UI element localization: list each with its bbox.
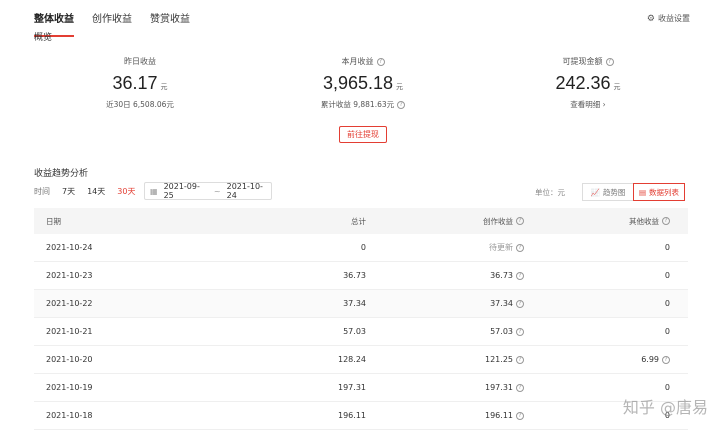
cell-date: 2021-10-18 <box>46 411 93 420</box>
income-settings-link[interactable]: ⚙ 收益设置 <box>647 13 690 24</box>
date-end: 2021-10-24 <box>226 182 263 200</box>
data-list-label: 数据列表 <box>649 187 680 197</box>
gear-icon: ⚙ <box>646 13 655 24</box>
withdraw-button[interactable]: 前往提现 <box>339 126 387 143</box>
cell-date: 2021-10-24 <box>46 243 93 252</box>
table-row: 2021-10-22 37.34 37.34? 0 <box>34 290 688 318</box>
stat-sub: 近30日 6,508.06元 <box>106 100 174 109</box>
help-icon[interactable]: ? <box>516 243 524 252</box>
stat-sub: 累计收益 9,881.63元? <box>283 99 443 110</box>
cell-creation: 196.11? <box>366 411 524 420</box>
cell-other: 0 <box>664 383 670 392</box>
table-row: 2021-10-20 128.24 121.25? 6.99? <box>34 346 688 374</box>
cell-total: 0 <box>360 243 366 252</box>
income-table: 日期 总计 创作收益? 其他收益? 2021-10-24 0 待更新? 0 20… <box>34 208 688 430</box>
stat-label: 本月收益? <box>283 56 443 67</box>
cell-other: 0 <box>664 327 670 336</box>
cell-creation: 待更新? <box>366 242 524 253</box>
date-separator: ~ <box>213 186 221 196</box>
stat-value: 242.36 元 <box>555 73 621 93</box>
cell-creation: 197.31? <box>366 383 524 392</box>
view-details-link[interactable]: 查看明细 › <box>508 99 668 110</box>
cell-creation: 121.25? <box>366 355 524 364</box>
help-icon[interactable]: ? <box>605 57 614 66</box>
tab-creation-income[interactable]: 创作收益 <box>92 10 132 30</box>
cell-total: 128.24 <box>338 355 366 364</box>
time-filters: 时间 7天 14天 30天 <box>34 186 147 197</box>
help-icon[interactable]: ? <box>516 383 524 392</box>
unit-label: 单位：元 <box>535 188 565 197</box>
stat-label: 可提现金额? <box>508 56 668 67</box>
calendar-icon: ▦ <box>150 186 158 196</box>
help-icon[interactable]: ? <box>516 411 524 420</box>
stat-label: 昨日收益 <box>124 57 156 66</box>
tab-reward-income[interactable]: 赞赏收益 <box>150 10 190 30</box>
cell-creation: 37.34? <box>366 299 524 308</box>
table-row: 2021-10-18 196.11 196.11? 0 <box>34 402 688 430</box>
trend-chart-button[interactable]: 📈 趋势图 <box>582 183 634 201</box>
cell-date: 2021-10-23 <box>46 271 93 280</box>
help-icon[interactable]: ? <box>397 100 406 109</box>
chart-icon: 📈 <box>590 187 600 197</box>
tab-overall-income[interactable]: 整体收益 <box>34 10 74 37</box>
help-icon[interactable]: ? <box>376 57 385 66</box>
stat-yesterday: 昨日收益 36.17 元 近30日 6,508.06元 <box>60 56 220 110</box>
stat-month: 本月收益? 3,965.18 元 累计收益 9,881.63元? <box>283 56 443 110</box>
settings-label: 收益设置 <box>658 14 690 23</box>
table-row: 2021-10-21 57.03 57.03? 0 <box>34 318 688 346</box>
trend-chart-label: 趋势图 <box>602 187 626 197</box>
help-icon[interactable]: ? <box>516 355 524 364</box>
data-list-button[interactable]: ▤ 数据列表 <box>633 183 685 201</box>
date-range-picker[interactable]: ▦ 2021-09-25 ~ 2021-10-24 <box>144 182 272 200</box>
time-label: 时间 <box>34 187 50 196</box>
range-30-days[interactable]: 30天 <box>117 186 135 197</box>
table-header: 日期 总计 创作收益? 其他收益? <box>34 208 688 234</box>
cell-other: 6.99? <box>524 355 688 364</box>
view-toggle: 📈 趋势图 ▤ 数据列表 <box>582 183 685 201</box>
range-7-days[interactable]: 7天 <box>62 186 75 197</box>
cell-date: 2021-10-20 <box>46 355 93 364</box>
cell-date: 2021-10-21 <box>46 327 93 336</box>
header-total: 总计 <box>351 216 366 226</box>
stat-withdrawable: 可提现金额? 242.36 元 查看明细 › <box>508 56 668 110</box>
help-icon[interactable]: ? <box>516 299 524 308</box>
table-row: 2021-10-24 0 待更新? 0 <box>34 234 688 262</box>
header-creation: 创作收益? <box>366 216 524 227</box>
header-date: 日期 <box>46 216 61 226</box>
list-icon: ▤ <box>638 187 647 197</box>
cell-date: 2021-10-19 <box>46 383 93 392</box>
cell-total: 196.11 <box>338 411 366 420</box>
range-14-days[interactable]: 14天 <box>87 186 105 197</box>
help-icon[interactable]: ? <box>516 271 524 280</box>
header-other: 其他收益? <box>524 216 688 227</box>
help-icon[interactable]: ? <box>662 355 670 364</box>
date-start: 2021-09-25 <box>163 182 200 200</box>
cell-total: 197.31 <box>338 383 366 392</box>
cell-creation: 36.73? <box>366 271 524 280</box>
cell-total: 37.34 <box>343 299 366 308</box>
cell-other: 0 <box>664 243 670 252</box>
overview-title: 概览 <box>34 33 53 43</box>
stat-value: 36.17 元 <box>112 73 168 93</box>
help-icon[interactable]: ? <box>516 327 524 336</box>
table-row: 2021-10-23 36.73 36.73? 0 <box>34 262 688 290</box>
help-icon[interactable]: ? <box>662 217 670 225</box>
cell-total: 36.73 <box>343 271 366 280</box>
income-tabs: 整体收益 创作收益 赞赏收益 <box>34 10 190 37</box>
cell-creation: 57.03? <box>366 327 524 336</box>
cell-total: 57.03 <box>343 327 366 336</box>
cell-other: 0 <box>664 271 670 280</box>
help-icon[interactable]: ? <box>516 217 524 225</box>
cell-other: 0 <box>664 299 670 308</box>
cell-date: 2021-10-22 <box>46 299 93 308</box>
stat-value: 3,965.18 元 <box>322 73 404 93</box>
trend-title: 收益趋势分析 <box>34 169 89 179</box>
zhihu-watermark: 知乎 @唐易 <box>622 398 708 417</box>
table-row: 2021-10-19 197.31 197.31? 0 <box>34 374 688 402</box>
